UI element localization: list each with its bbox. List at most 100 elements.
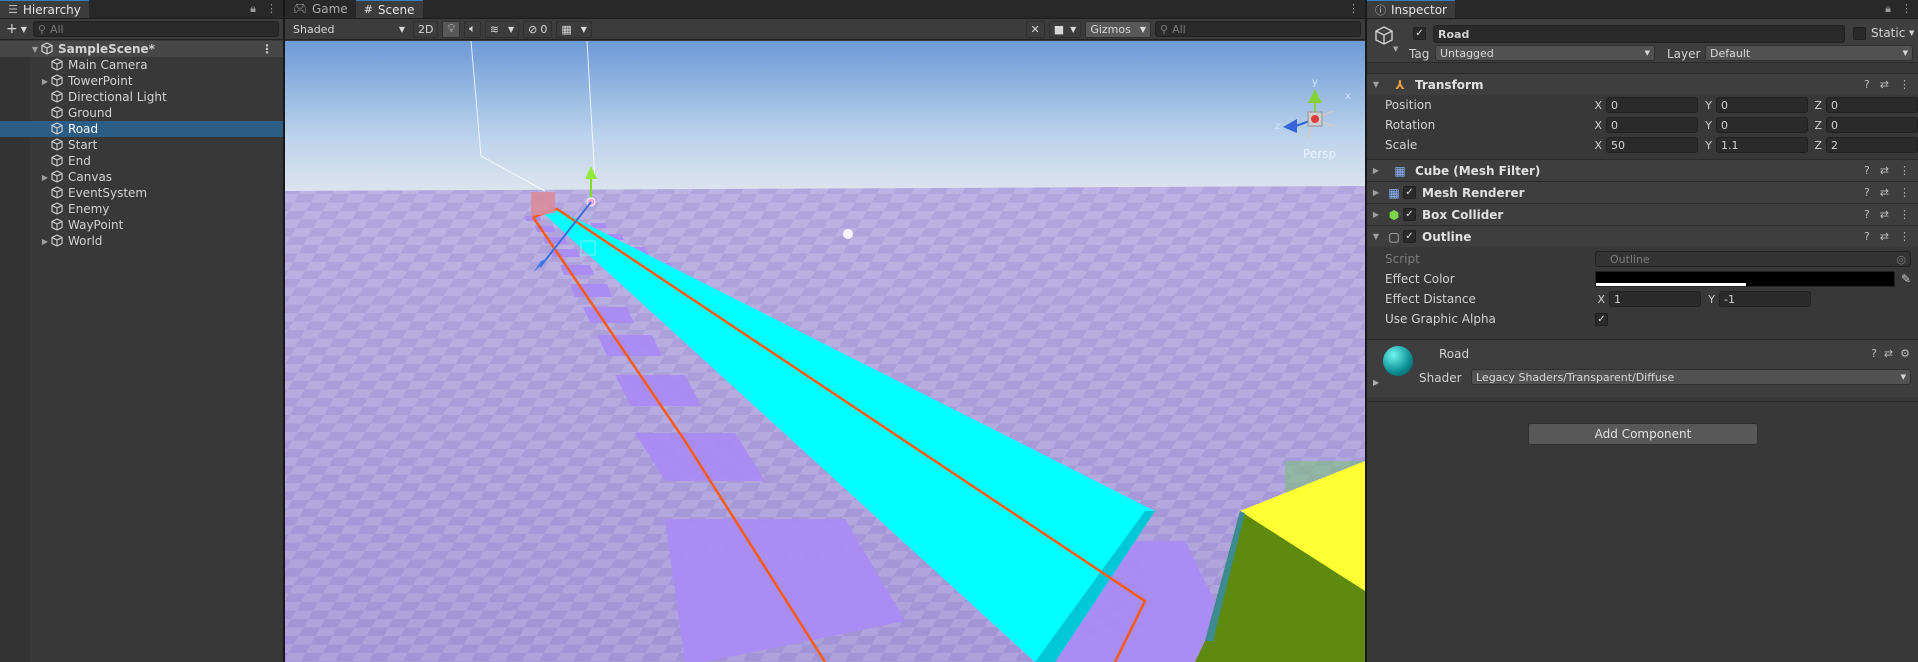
hierarchy-search-input[interactable]: ⚲ All <box>32 21 279 37</box>
effect-color-swatch[interactable] <box>1595 271 1895 287</box>
axis-y-label[interactable]: Y <box>1705 293 1715 306</box>
kebab-menu-icon[interactable]: ⋮ <box>1899 230 1910 243</box>
fold-arrow-icon[interactable]: ▼ <box>1367 80 1385 89</box>
scene-search-input[interactable]: ⚲ All <box>1155 21 1361 37</box>
preset-icon[interactable]: ⇄ <box>1884 347 1893 360</box>
preset-icon[interactable]: ⇄ <box>1880 164 1889 177</box>
scene-kebab-icon[interactable]: ⋮ <box>261 42 273 56</box>
add-object-button[interactable]: + ▼ <box>4 21 29 38</box>
fold-arrow-icon[interactable]: ▶ <box>1367 210 1385 219</box>
camera-button[interactable]: ■ ▼ <box>1048 20 1082 38</box>
axis-x-label[interactable]: X <box>1592 99 1602 112</box>
axis-x-label[interactable]: X <box>1592 139 1602 152</box>
preset-icon[interactable]: ⇄ <box>1880 230 1889 243</box>
hierarchy-item-waypoint[interactable]: WayPoint <box>0 217 283 233</box>
fold-arrow-icon[interactable]: ▶ <box>1373 378 1379 387</box>
rotation-x-field[interactable]: 0 <box>1606 117 1698 133</box>
scale-y-field[interactable]: 1.1 <box>1716 137 1808 153</box>
scale-x-field[interactable]: 50 <box>1606 137 1698 153</box>
box-collider-enabled-checkbox[interactable]: ✓ <box>1403 208 1416 221</box>
fold-arrow-icon[interactable]: ▼ <box>30 45 40 54</box>
shader-dropdown[interactable]: Legacy Shaders/Transparent/Diffuse ▼ <box>1471 369 1911 385</box>
hierarchy-item-eventsystem[interactable]: EventSystem <box>0 185 283 201</box>
chevron-down-icon[interactable]: ▼ <box>1909 29 1914 37</box>
hierarchy-item-canvas[interactable]: ▶ Canvas <box>0 169 283 185</box>
static-label[interactable]: Static <box>1871 26 1905 40</box>
axis-z-label[interactable]: Z <box>1812 119 1822 132</box>
effect-distance-x-field[interactable]: 1 <box>1609 291 1701 307</box>
axis-x-label[interactable]: X <box>1592 119 1602 132</box>
hierarchy-item-enemy[interactable]: Enemy <box>0 201 283 217</box>
outline-enabled-checkbox[interactable]: ✓ <box>1403 230 1416 243</box>
hierarchy-item-world[interactable]: ▶ World <box>0 233 283 249</box>
object-name-field[interactable]: Road <box>1433 25 1845 43</box>
mesh-filter-header[interactable]: ▶ ▦ Cube (Mesh Filter) ? ⇄ ⋮ <box>1367 159 1918 181</box>
draw-mode-dropdown[interactable]: Shaded ▼ <box>289 21 409 38</box>
tools-button[interactable]: ✕ <box>1025 20 1045 38</box>
kebab-menu-icon[interactable]: ⋮ <box>1899 78 1910 91</box>
box-collider-header[interactable]: ▶ ⬢ ✓ Box Collider ? ⇄ ⋮ <box>1367 203 1918 225</box>
help-icon[interactable]: ? <box>1864 208 1870 221</box>
hidden-objects-button[interactable]: ⊘ 0 <box>523 20 553 38</box>
kebab-menu-icon[interactable]: ⋮ <box>1899 164 1910 177</box>
layer-dropdown[interactable]: Default ▼ <box>1705 45 1913 61</box>
rotation-y-field[interactable]: 0 <box>1716 117 1808 133</box>
fold-arrow-icon[interactable]: ▶ <box>40 77 50 86</box>
preset-icon[interactable]: ⇄ <box>1880 78 1889 91</box>
lock-icon[interactable]: 🔒︎ <box>250 2 256 16</box>
audio-toggle-button[interactable]: 🔈︎ <box>464 20 481 38</box>
axis-z-label[interactable]: Z <box>1812 139 1822 152</box>
chevron-down-icon[interactable]: ▼ <box>1393 45 1398 53</box>
scene-render[interactable]: y z x Persp <box>285 41 1365 662</box>
fold-arrow-icon[interactable]: ▶ <box>40 237 50 246</box>
gameobject-icon[interactable] <box>1373 25 1395 50</box>
outline-header[interactable]: ▼ ▢ ✓ Outline ? ⇄ ⋮ <box>1367 225 1918 247</box>
tab-scene[interactable]: # Scene <box>355 0 423 18</box>
hierarchy-item-directional-light[interactable]: Directional Light <box>0 89 283 105</box>
effects-toggle-button[interactable]: ≋ ▼ <box>484 20 520 38</box>
fold-arrow-icon[interactable]: ▼ <box>1367 232 1385 241</box>
kebab-menu-icon[interactable]: ⋮ <box>1899 208 1910 221</box>
hierarchy-item-towerpoint[interactable]: ▶ TowerPoint <box>0 73 283 89</box>
hierarchy-item-end[interactable]: End <box>0 153 283 169</box>
tag-dropdown[interactable]: Untagged ▼ <box>1435 45 1655 61</box>
scene-viewport[interactable]: y z x Persp <box>285 41 1365 662</box>
help-icon[interactable]: ? <box>1864 164 1870 177</box>
kebab-menu-icon[interactable]: ⋮ <box>1901 2 1912 16</box>
help-icon[interactable]: ? <box>1864 230 1870 243</box>
axis-y-label[interactable]: Y <box>1702 99 1712 112</box>
kebab-menu-icon[interactable]: ⋮ <box>266 2 277 16</box>
fold-arrow-icon[interactable]: ▶ <box>1367 166 1385 175</box>
tab-inspector[interactable]: ⓘ Inspector <box>1367 0 1455 18</box>
kebab-menu-icon[interactable]: ⋮ <box>1899 186 1910 199</box>
kebab-menu-icon[interactable]: ⋮ <box>1348 2 1359 15</box>
axis-z-label[interactable]: Z <box>1812 99 1822 112</box>
hierarchy-item-main-camera[interactable]: Main Camera <box>0 57 283 73</box>
gizmos-button[interactable]: Gizmos ▼ <box>1085 20 1151 38</box>
use-graphic-alpha-checkbox[interactable]: ✓ <box>1595 312 1608 326</box>
hierarchy-item-start[interactable]: Start <box>0 137 283 153</box>
add-component-button[interactable]: Add Component <box>1528 423 1758 445</box>
preset-icon[interactable]: ⇄ <box>1880 208 1889 221</box>
grid-snap-button[interactable]: ▦ ▼ <box>556 20 592 38</box>
position-x-field[interactable]: 0 <box>1606 97 1698 113</box>
help-icon[interactable]: ? <box>1864 78 1870 91</box>
object-active-checkbox[interactable]: ✓ <box>1413 27 1426 40</box>
axis-y-label[interactable]: Y <box>1702 119 1712 132</box>
position-y-field[interactable]: 0 <box>1716 97 1808 113</box>
axis-y-label[interactable]: Y <box>1702 139 1712 152</box>
rotation-z-field[interactable]: 0 <box>1826 117 1918 133</box>
fold-arrow-icon[interactable]: ▶ <box>1367 188 1385 197</box>
mesh-renderer-header[interactable]: ▶ ▦ ✓ Mesh Renderer ? ⇄ ⋮ <box>1367 181 1918 203</box>
lighting-toggle-button[interactable]: 💡︎ <box>442 20 461 38</box>
effect-distance-y-field[interactable]: -1 <box>1719 291 1811 307</box>
scene-root-row[interactable]: ▼ SampleScene* ⋮ <box>0 41 283 57</box>
hierarchy-item-ground[interactable]: Ground <box>0 105 283 121</box>
projection-label[interactable]: Persp <box>1303 147 1336 161</box>
position-z-field[interactable]: 0 <box>1826 97 1918 113</box>
fold-arrow-icon[interactable]: ▶ <box>40 173 50 182</box>
lock-icon[interactable]: 🔒︎ <box>1885 2 1891 16</box>
toggle-2d-button[interactable]: 2D <box>413 20 439 38</box>
material-preview-sphere[interactable] <box>1383 346 1413 376</box>
static-checkbox[interactable] <box>1853 27 1866 40</box>
